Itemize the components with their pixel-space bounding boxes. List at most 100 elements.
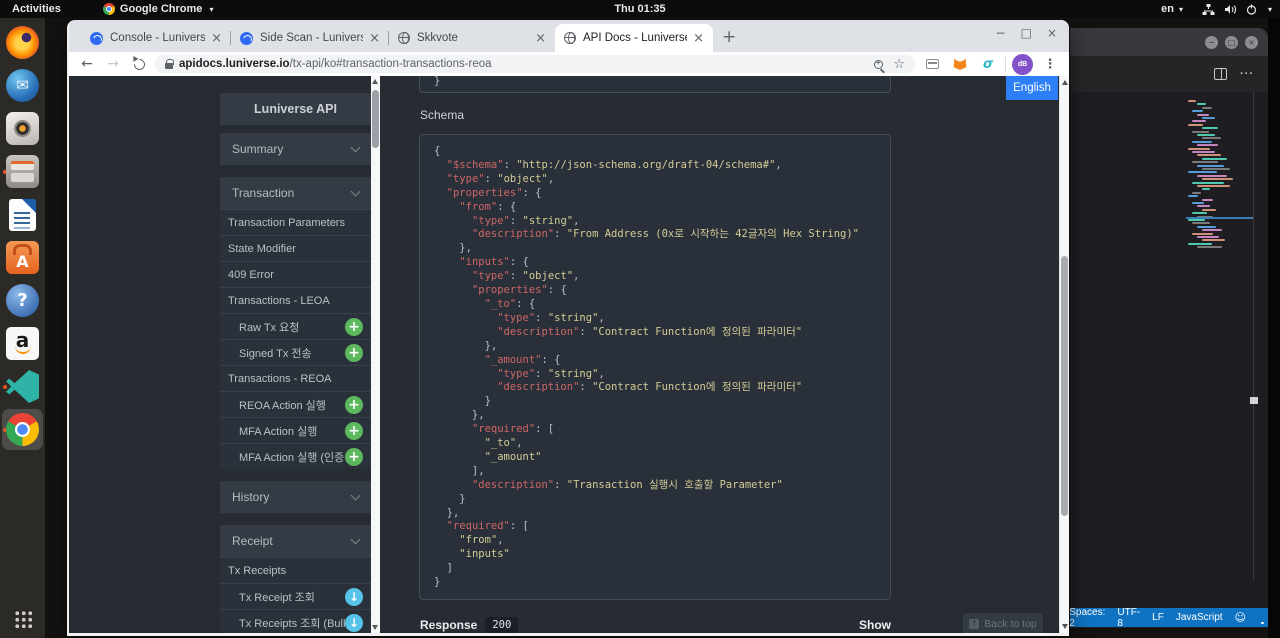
- tab-skkvote[interactable]: Skkvote ×: [389, 24, 555, 52]
- sidebar-section-history: History: [220, 481, 371, 513]
- sidebar-item-mfa-action[interactable]: MFA Action 실행 +: [220, 417, 371, 443]
- show-applications-icon[interactable]: [13, 610, 32, 628]
- scroll-down-icon[interactable]: [1061, 624, 1068, 629]
- dock-item-libreoffice-writer[interactable]: [2, 194, 43, 235]
- more-actions-icon[interactable]: ···: [1240, 68, 1254, 80]
- vscode-window[interactable]: − □ × ··· Spaces: 2 UTF-8 LF JavaScript ☺: [1069, 28, 1268, 629]
- feedback-smiley-icon[interactable]: ☺: [1235, 611, 1246, 624]
- chevron-down-icon: [350, 186, 361, 196]
- maximize-icon[interactable]: □: [1225, 35, 1238, 49]
- new-tab-button[interactable]: +: [722, 27, 736, 47]
- luniverse-favicon-icon: [90, 31, 103, 45]
- sidebar-item-reoa-action[interactable]: REOA Action 실행 +: [220, 391, 371, 417]
- chevron-down-icon: ▾: [209, 4, 214, 14]
- schema-code-line: "type": "object",: [446, 172, 555, 185]
- status-item-javascript[interactable]: JavaScript: [1176, 612, 1223, 623]
- dock-item-amazon[interactable]: [2, 323, 43, 364]
- sidebar-item-transactions-reoa[interactable]: Transactions - REOA: [220, 365, 371, 391]
- sidebar-section-header-transaction[interactable]: Transaction: [220, 177, 371, 209]
- sidebar-item-tx-receipts[interactable]: Tx Receipts: [220, 557, 371, 583]
- reload-icon[interactable]: [129, 56, 149, 72]
- split-editor-icon[interactable]: [1214, 68, 1227, 80]
- minimap-code-line: [1192, 232, 1213, 235]
- sidebar-item-raw-tx[interactable]: Raw Tx 요청 +: [220, 313, 371, 339]
- activities-button[interactable]: Activities: [12, 3, 61, 15]
- tab-api-docs-luniverse-bloc[interactable]: API Docs - Luniverse Bloc ×: [555, 24, 713, 52]
- minimize-icon[interactable]: −: [1205, 35, 1218, 49]
- bookmark-star-icon[interactable]: ☆: [893, 57, 905, 72]
- sidebar-item-mfa-action[interactable]: MFA Action 실행 (인증 ... +: [220, 443, 371, 469]
- sidebar-item-409-error[interactable]: 409 Error: [220, 261, 371, 287]
- tab-close-icon[interactable]: ×: [211, 32, 222, 45]
- dock-item-file-cabinet[interactable]: [2, 151, 43, 192]
- scroll-up-icon[interactable]: [1061, 80, 1068, 85]
- tab-close-icon[interactable]: ×: [535, 32, 546, 45]
- tab-close-icon[interactable]: ×: [369, 32, 380, 45]
- page-scrollbar-thumb[interactable]: [1061, 256, 1068, 516]
- power-icon: [1246, 4, 1257, 15]
- keyboard-layout-indicator[interactable]: en ▾: [1161, 3, 1183, 15]
- minimap-code-line: [1197, 174, 1227, 177]
- dock-item-chrome[interactable]: [2, 409, 43, 450]
- sidebar-title: Luniverse API: [220, 93, 371, 125]
- dock-item-rhythmbox[interactable]: [2, 108, 43, 149]
- language-switch-button[interactable]: English: [1006, 76, 1058, 100]
- toolbar-divider: [1005, 56, 1006, 72]
- scroll-down-icon[interactable]: [372, 625, 378, 630]
- dock-item-firefox[interactable]: [2, 22, 43, 63]
- show-toggle[interactable]: Show: [859, 618, 891, 632]
- sidebar-scrollbar[interactable]: [371, 76, 380, 633]
- status-item-lf[interactable]: LF: [1152, 612, 1164, 623]
- vscode-icon: [6, 370, 39, 403]
- lock-icon[interactable]: [165, 58, 174, 69]
- sidebar-section-header-history[interactable]: History: [220, 481, 371, 513]
- globe-favicon-icon: [564, 31, 576, 45]
- dock-item-help[interactable]: [2, 280, 43, 321]
- sidebar-item-tx-receipt[interactable]: Tx Receipt 조회 ↓: [220, 583, 371, 609]
- minimap-code-line: [1188, 147, 1210, 150]
- dock-item-vscode[interactable]: [2, 366, 43, 407]
- forward-icon[interactable]: →: [103, 57, 123, 71]
- menu-dots-icon[interactable]: ⋮: [1039, 57, 1061, 72]
- minimap-code-line: [1197, 236, 1219, 238]
- minimap-code-line: [1197, 113, 1209, 116]
- sidebar-item-label: Transactions - REOA: [228, 372, 332, 385]
- url-text[interactable]: apidocs.luniverse.io/tx-api/ko#transacti…: [179, 58, 868, 70]
- status-item-spaces-2[interactable]: Spaces: 2: [1069, 607, 1105, 629]
- wallet-extension-icon[interactable]: [921, 59, 943, 69]
- sidebar-section-header-receipt[interactable]: Receipt: [220, 525, 371, 557]
- status-item-utf-8[interactable]: UTF-8: [1117, 607, 1140, 629]
- back-icon[interactable]: ←: [77, 57, 97, 71]
- system-status-area[interactable]: en ▾ ▾: [1161, 3, 1272, 15]
- sidebar-item-signed-tx[interactable]: Signed Tx 전송 +: [220, 339, 371, 365]
- minimap-code-line: [1192, 161, 1218, 164]
- zoom-icon[interactable]: [874, 58, 884, 69]
- sidebar-section-header-summary[interactable]: Summary: [220, 133, 371, 165]
- sidebar-scrollbar-thumb[interactable]: [372, 90, 379, 148]
- tab-side-scan-luniverse-bloc[interactable]: Side Scan - Luniverse Bloc ×: [231, 24, 389, 52]
- profile-avatar[interactable]: dB: [1012, 53, 1033, 75]
- sidebar-item-tx-receipts-bulk[interactable]: Tx Receipts 조회 (Bulk) ↓: [220, 609, 371, 633]
- back-to-top-button[interactable]: ↑ Back to top: [963, 613, 1043, 633]
- schema-code-line: "inputs": {: [459, 256, 529, 269]
- close-icon[interactable]: ×: [1245, 35, 1258, 49]
- icon-wallet-extension-icon[interactable]: σ: [977, 57, 999, 72]
- tab-console-luniverse-block[interactable]: Console - Luniverse Block ×: [81, 24, 231, 52]
- vscode-minimap[interactable]: [1188, 100, 1234, 320]
- scroll-up-icon[interactable]: [372, 79, 378, 84]
- sidebar-item-transaction-parameters[interactable]: Transaction Parameters: [220, 209, 371, 235]
- address-bar[interactable]: apidocs.luniverse.io/tx-api/ko#transacti…: [155, 55, 915, 73]
- sidebar-item-state-modifier[interactable]: State Modifier: [220, 235, 371, 261]
- clock[interactable]: Thu 01:35: [614, 3, 665, 15]
- app-menu[interactable]: Google Chrome ▾: [102, 3, 214, 15]
- minimize-icon[interactable]: −: [996, 26, 1006, 40]
- tab-close-icon[interactable]: ×: [693, 32, 704, 45]
- maximize-icon[interactable]: □: [1021, 26, 1032, 40]
- page-scrollbar[interactable]: [1059, 76, 1069, 633]
- sidebar-item-transactions-leoa[interactable]: Transactions - LEOA: [220, 287, 371, 313]
- metamask-extension-icon[interactable]: [949, 58, 971, 70]
- close-icon[interactable]: ×: [1047, 26, 1057, 40]
- vscode-scrollbar-thumb[interactable]: [1250, 397, 1258, 404]
- dock-item-thunderbird[interactable]: [2, 65, 43, 106]
- dock-item-ubuntu-software[interactable]: [2, 237, 43, 278]
